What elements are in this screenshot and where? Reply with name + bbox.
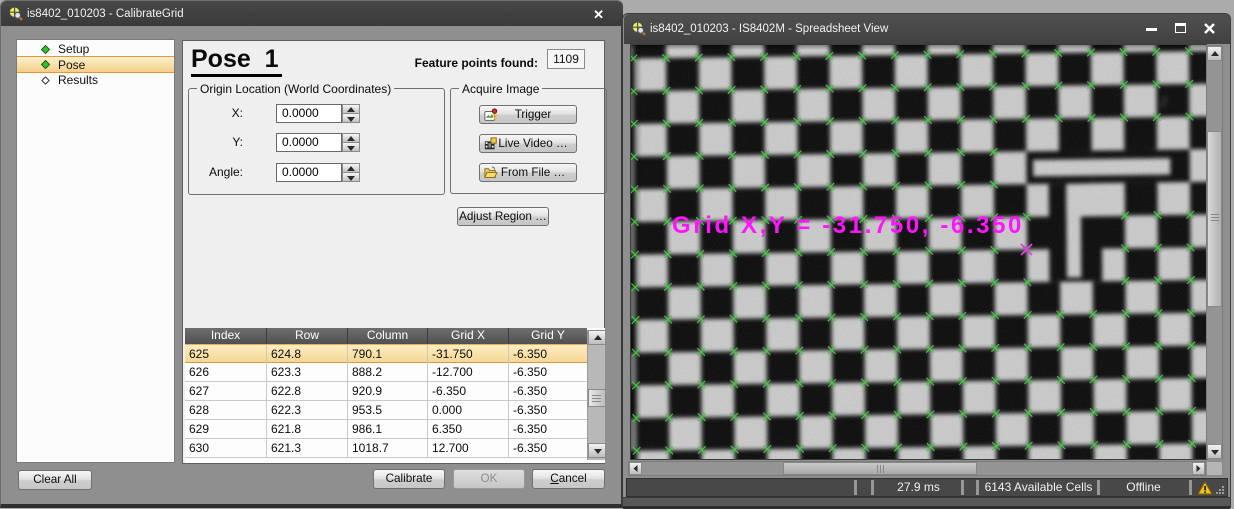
svg-text:Grid X,Y = -31.750, -6.350: Grid X,Y = -31.750, -6.350 <box>672 212 1024 239</box>
